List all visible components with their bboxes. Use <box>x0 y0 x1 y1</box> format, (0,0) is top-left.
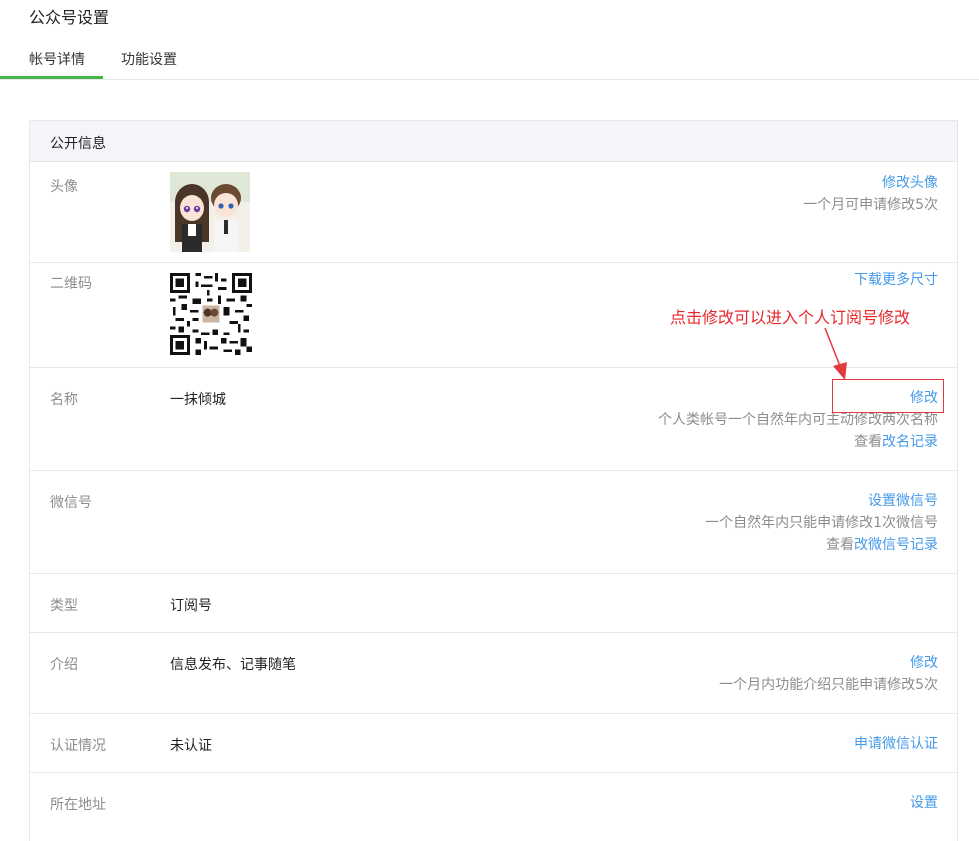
intro-tip: 一个月内功能介绍只能申请修改5次 <box>719 677 938 693</box>
intro-actions: 修改 一个月内功能介绍只能申请修改5次 <box>719 652 938 696</box>
address-actions: 设置 <box>910 792 938 814</box>
apply-verification-link[interactable]: 申请微信认证 <box>854 733 938 755</box>
wechat-id-history-link[interactable]: 改微信号记录 <box>854 537 938 553</box>
type-value: 订阅号 <box>170 598 212 614</box>
name-label: 名称 <box>50 392 78 408</box>
avatar-tip: 一个月可申请修改5次 <box>803 197 938 213</box>
set-address-link[interactable]: 设置 <box>910 792 938 814</box>
verification-label: 认证情况 <box>50 738 106 754</box>
qrcode-actions: 下载更多尺寸 <box>854 269 938 291</box>
wechat-id-record-line: 查看改微信号记录 <box>826 537 938 553</box>
page-title: 公众号设置 <box>29 8 110 27</box>
active-tab-indicator <box>0 76 103 79</box>
row-type: 类型 订阅号 <box>30 574 957 633</box>
edit-avatar-link[interactable]: 修改头像 <box>803 172 938 194</box>
type-label: 类型 <box>50 598 78 614</box>
name-history-link[interactable]: 改名记录 <box>882 434 938 450</box>
intro-value: 信息发布、记事随笔 <box>170 657 296 673</box>
annotation-arrow-icon <box>824 327 847 380</box>
address-label: 所在地址 <box>50 797 106 813</box>
tab-function-settings[interactable]: 功能设置 <box>121 49 177 69</box>
verification-value: 未认证 <box>170 738 212 754</box>
wechat-id-label: 微信号 <box>50 495 92 511</box>
wechat-id-actions: 设置微信号 一个自然年内只能申请修改1次微信号 查看改微信号记录 <box>705 490 938 556</box>
row-address: 所在地址 设置 <box>30 773 957 841</box>
tab-account-details[interactable]: 帐号详情 <box>29 49 85 69</box>
download-sizes-link[interactable]: 下载更多尺寸 <box>854 269 938 291</box>
avatar <box>170 172 250 252</box>
avatar-actions: 修改头像 一个月可申请修改5次 <box>803 172 938 216</box>
name-record-line: 查看改名记录 <box>854 434 938 450</box>
set-wechat-id-link[interactable]: 设置微信号 <box>705 490 938 512</box>
edit-intro-link[interactable]: 修改 <box>719 652 938 674</box>
public-info-panel: 公开信息 头像 修改头像 一个月可申请修改5次 二维码 下载更多尺寸 名称 一抹… <box>29 120 958 841</box>
annotation-highlight-box <box>832 379 944 413</box>
panel-title: 公开信息 <box>50 136 106 152</box>
row-verification: 认证情况 未认证 申请微信认证 <box>30 714 957 773</box>
qrcode-image <box>170 273 252 355</box>
name-value: 一抹倾城 <box>170 392 226 408</box>
row-intro: 介绍 信息发布、记事随笔 修改 一个月内功能介绍只能申请修改5次 <box>30 633 957 714</box>
tab-bar: 帐号详情 功能设置 <box>0 36 979 80</box>
annotation-text: 点击修改可以进入个人订阅号修改 <box>670 308 911 327</box>
wechat-id-tip: 一个自然年内只能申请修改1次微信号 <box>705 515 938 531</box>
row-name: 名称 一抹倾城 修改 个人类帐号一个自然年内可主动修改两次名称 查看改名记录 <box>30 368 957 471</box>
verification-actions: 申请微信认证 <box>854 733 938 755</box>
qrcode-label: 二维码 <box>50 276 92 292</box>
row-avatar: 头像 修改头像 一个月可申请修改5次 <box>30 162 957 263</box>
intro-label: 介绍 <box>50 657 78 673</box>
row-wechat-id: 微信号 设置微信号 一个自然年内只能申请修改1次微信号 查看改微信号记录 <box>30 471 957 574</box>
avatar-label: 头像 <box>50 179 78 195</box>
panel-header: 公开信息 <box>30 121 957 162</box>
